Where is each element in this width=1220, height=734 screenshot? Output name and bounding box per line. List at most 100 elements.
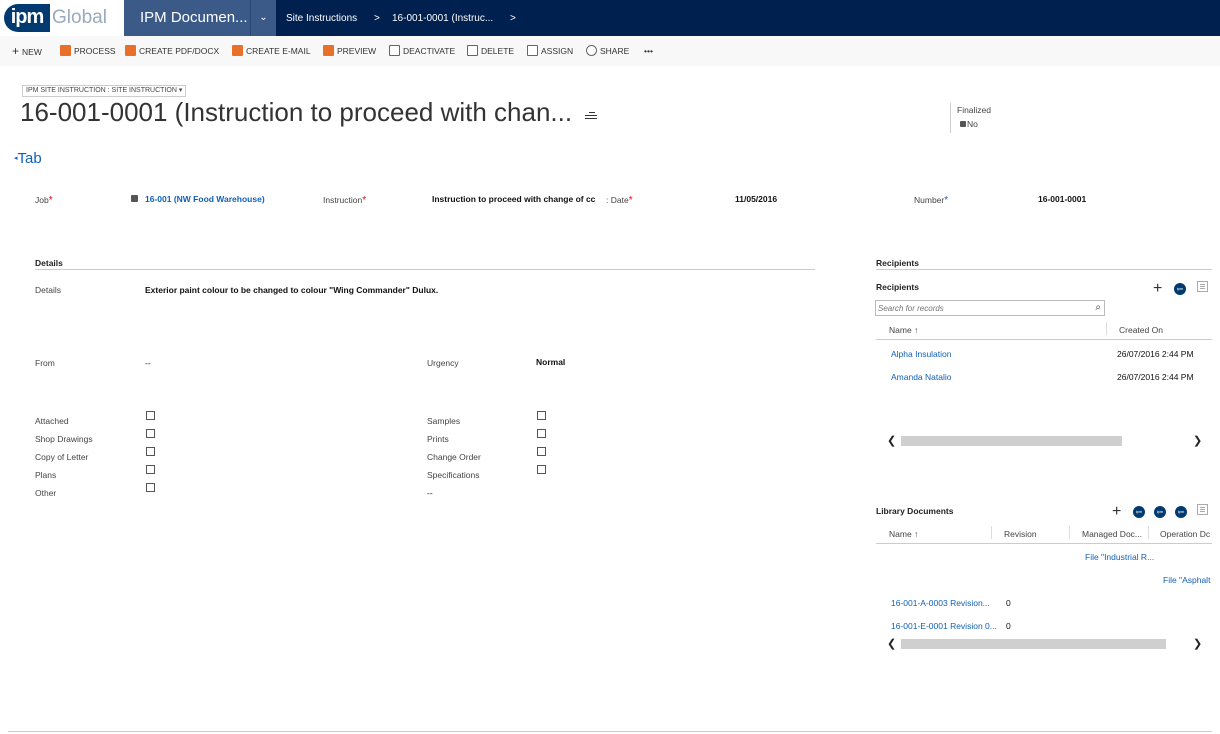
share-button[interactable]: SHARE xyxy=(586,36,629,66)
from-label: From xyxy=(35,358,55,368)
date-value[interactable]: 11/05/2016 xyxy=(735,194,777,204)
scroll-right-icon[interactable]: ❯ xyxy=(1193,637,1202,651)
delete-button[interactable]: DELETE xyxy=(467,36,514,66)
instruction-value[interactable]: Instruction to proceed with change of cc xyxy=(432,194,610,204)
top-navigation-bar: ipm Global IPM Documen... ⌄ Site Instruc… xyxy=(0,0,1220,36)
operation-doc-link[interactable]: File "Asphalt xyxy=(1163,575,1210,585)
plans-label: Plans xyxy=(35,470,57,480)
add-recipient-button[interactable]: + xyxy=(1153,281,1162,297)
create-email-button[interactable]: CREATE E-MAIL xyxy=(232,36,311,66)
logo-mark: ipm xyxy=(4,4,50,32)
plans-checkbox[interactable] xyxy=(146,465,155,474)
assign-button[interactable]: ASSIGN xyxy=(527,36,573,66)
name-column-header[interactable]: Name ↑ xyxy=(889,529,918,539)
recipient-row-name[interactable]: Alpha Insulation xyxy=(891,349,952,359)
process-button[interactable]: PROCESS xyxy=(60,36,116,66)
trash-icon xyxy=(467,45,478,56)
preview-label: PREVIEW xyxy=(337,46,377,56)
details-section-title: Details xyxy=(35,258,63,268)
tab-header[interactable]: ◂Tab xyxy=(14,150,42,167)
recipients-grid-title: Recipients xyxy=(876,282,919,292)
scrollbar-thumb[interactable] xyxy=(901,436,1122,446)
scroll-right-icon[interactable]: ❯ xyxy=(1193,434,1202,448)
new-button[interactable]: + NEW xyxy=(12,36,42,66)
logo-text: Global xyxy=(52,7,107,28)
search-icon[interactable]: ⌕ xyxy=(1095,302,1101,313)
add-library-document-button[interactable]: + xyxy=(1112,504,1121,520)
finalized-label: Finalized xyxy=(957,105,992,115)
finalized-value: No xyxy=(960,119,978,129)
library-documents-title: Library Documents xyxy=(876,506,954,516)
section-divider xyxy=(35,269,815,270)
scrollbar-thumb[interactable] xyxy=(901,639,1166,649)
ipm-icon[interactable]: ipm xyxy=(1154,506,1166,518)
share-label: SHARE xyxy=(600,46,630,56)
chevron-down-icon[interactable]: ⌄ xyxy=(250,0,276,36)
scroll-left-icon[interactable]: ❮ xyxy=(887,637,896,651)
plus-icon: + xyxy=(12,44,20,58)
instruction-label: Instruction* xyxy=(323,195,367,206)
copy-of-letter-checkbox[interactable] xyxy=(146,447,155,456)
job-lookup-link[interactable]: 16-001 (NW Food Warehouse) xyxy=(131,194,265,204)
revision-column-header[interactable]: Revision xyxy=(1004,529,1037,539)
recipients-horizontal-scrollbar[interactable]: ❮ ❯ xyxy=(876,434,1212,448)
library-row-name[interactable]: 16-001-E-0001 Revision 0... xyxy=(891,621,997,631)
operation-doc-column-header[interactable]: Operation Dc xyxy=(1160,529,1218,539)
column-divider xyxy=(1069,526,1070,539)
column-divider xyxy=(1148,526,1149,539)
breadcrumb-separator-icon[interactable]: > xyxy=(510,0,516,36)
recipient-row-name[interactable]: Amanda Natalio xyxy=(891,372,951,382)
ipm-icon[interactable]: ipm xyxy=(1174,283,1186,295)
scroll-left-icon[interactable]: ❮ xyxy=(887,434,896,448)
attached-checkbox[interactable] xyxy=(146,411,155,420)
specifications-checkbox[interactable] xyxy=(537,465,546,474)
other-label: Other xyxy=(35,488,57,498)
samples-checkbox[interactable] xyxy=(537,411,546,420)
shop-drawings-label: Shop Drawings xyxy=(35,434,93,444)
page-title: 16-001-0001 (Instruction to proceed with… xyxy=(20,97,573,127)
managed-doc-column-header[interactable]: Managed Doc... xyxy=(1082,529,1142,539)
library-row-name[interactable]: 16-001-A-0003 Revision... xyxy=(891,598,990,608)
prints-checkbox[interactable] xyxy=(537,429,546,438)
preview-button[interactable]: PREVIEW xyxy=(323,36,376,66)
recipients-search-box[interactable]: ⌕ xyxy=(875,300,1105,316)
change-order-checkbox[interactable] xyxy=(537,447,546,456)
created-on-column-header[interactable]: Created On xyxy=(1119,325,1163,335)
search-input[interactable] xyxy=(878,302,1078,314)
more-commands-button[interactable]: ••• xyxy=(644,36,653,66)
number-value[interactable]: 16-001-0001 xyxy=(1038,194,1086,204)
ipm-global-logo[interactable]: ipm Global xyxy=(0,0,124,36)
record-menu-icon[interactable] xyxy=(585,110,599,120)
samples-label: Samples xyxy=(427,416,461,426)
library-horizontal-scrollbar[interactable]: ❮ ❯ xyxy=(876,637,1212,651)
deactivate-button[interactable]: DEACTIVATE xyxy=(389,36,455,66)
breadcrumb-current-record[interactable]: 16-001-0001 (Instruc... xyxy=(392,0,493,36)
ipm-icon[interactable]: ipm xyxy=(1175,506,1187,518)
ipm-icon[interactable]: ipm xyxy=(1133,506,1145,518)
copy-of-letter-label: Copy of Letter xyxy=(35,452,89,462)
other-checkbox[interactable] xyxy=(146,483,155,492)
breadcrumb-separator-icon: > xyxy=(374,13,380,24)
prints-label: Prints xyxy=(427,434,449,444)
column-divider xyxy=(1106,322,1107,335)
name-column-header[interactable]: Name ↑ xyxy=(889,325,918,335)
email-icon xyxy=(232,45,243,56)
recipient-row-created: 26/07/2016 2:44 PM xyxy=(1117,372,1194,382)
managed-doc-link[interactable]: File "Industrial R... xyxy=(1085,552,1154,562)
people-icon xyxy=(527,45,538,56)
share-icon xyxy=(586,45,597,56)
grid-view-icon[interactable] xyxy=(1197,281,1208,292)
recipients-section-title: Recipients xyxy=(876,258,919,268)
urgency-value[interactable]: Normal xyxy=(536,357,565,367)
create-pdf-button[interactable]: CREATE PDF/DOCX xyxy=(125,36,219,66)
shop-drawings-checkbox[interactable] xyxy=(146,429,155,438)
from-value[interactable]: -- xyxy=(145,358,151,368)
grid-view-icon[interactable] xyxy=(1197,504,1208,515)
form-selector[interactable]: IPM SITE INSTRUCTION : SITE INSTRUCTION … xyxy=(22,85,187,97)
details-value[interactable]: Exterior paint colour to be changed to c… xyxy=(145,285,438,295)
breadcrumb-site-instructions[interactable]: Site Instructions xyxy=(286,0,357,36)
header-divider xyxy=(876,543,1212,544)
number-label: Number* xyxy=(914,195,949,206)
extra-field-value[interactable]: -- xyxy=(427,488,433,498)
area-menu-button[interactable]: IPM Documen... xyxy=(124,0,250,36)
